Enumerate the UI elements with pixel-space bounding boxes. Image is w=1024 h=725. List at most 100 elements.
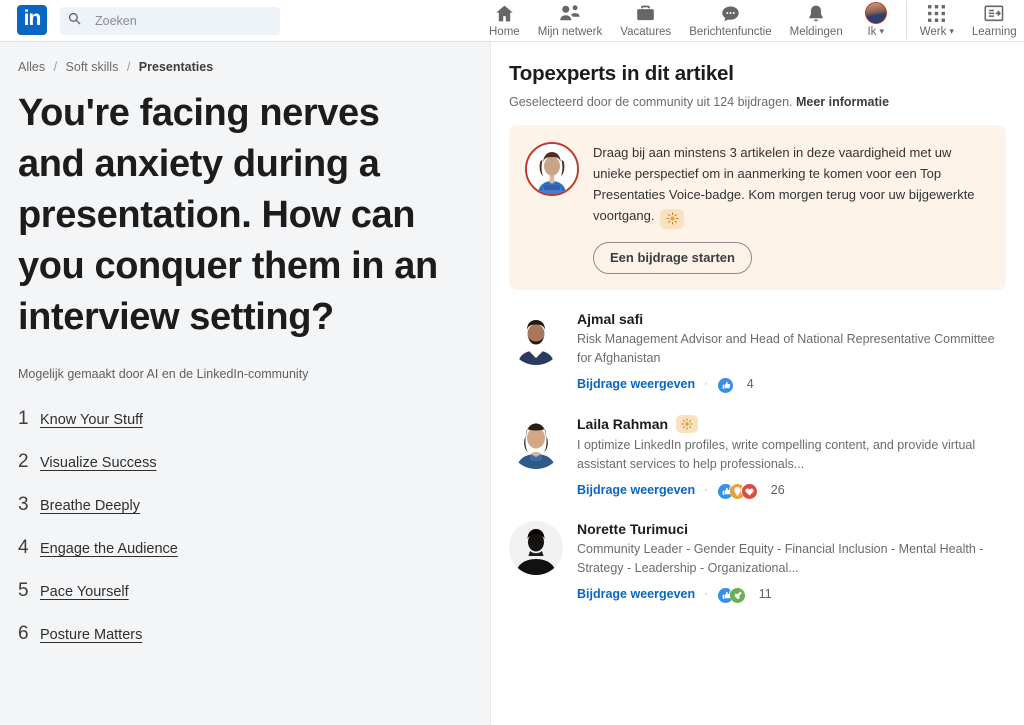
list-item[interactable]: Norette Turimuci Community Leader - Gend…: [509, 508, 1006, 612]
briefcase-icon: [635, 2, 656, 24]
reaction-count: 26: [770, 483, 785, 497]
list-item[interactable]: 4 Engage the Audience: [18, 537, 472, 580]
expert-footer: Bijdrage weergeven · 26: [577, 482, 1006, 499]
reaction-icons[interactable]: [716, 586, 745, 603]
love-reaction-icon: [740, 482, 757, 499]
toc-link-breathe-deeply[interactable]: Breathe Deeply: [40, 498, 140, 514]
nav-label-ik-text: Ik: [867, 26, 877, 38]
chevron-down-icon: ▾: [879, 26, 884, 36]
avatar: [864, 2, 887, 24]
reaction-icons[interactable]: [716, 482, 757, 499]
toc-number: 5: [18, 580, 29, 601]
view-contribution-link[interactable]: Bijdrage weergeven: [577, 483, 695, 497]
nav-item-ik[interactable]: Ik ▾: [852, 0, 900, 42]
meer-informatie-link[interactable]: Meer informatie: [796, 95, 889, 109]
avatar[interactable]: [509, 310, 563, 365]
article-column: Alles / Soft skills / Presentaties You'r…: [0, 42, 490, 725]
avatar[interactable]: [509, 414, 563, 469]
toc-link-know-your-stuff[interactable]: Know Your Stuff: [40, 412, 143, 428]
contribution-promo-card: Draag bij aan minstens 3 artikelen in de…: [509, 125, 1006, 290]
nav-right-group: Home Mijn netwerk Vacatures Berichtenfun…: [480, 0, 1024, 42]
chevron-down-icon: ▾: [949, 26, 954, 36]
expert-body: Norette Turimuci Community Leader - Gend…: [577, 521, 1006, 603]
home-icon: [494, 2, 515, 24]
list-item[interactable]: 3 Breathe Deeply: [18, 494, 472, 537]
reaction-icons[interactable]: [716, 376, 733, 393]
list-item[interactable]: 2 Visualize Success: [18, 451, 472, 494]
list-item[interactable]: 5 Pace Yourself: [18, 580, 472, 623]
toc-link-engage-the-audience[interactable]: Engage the Audience: [40, 541, 178, 557]
expert-name-text: Norette Turimuci: [577, 520, 688, 537]
toc-number: 3: [18, 494, 29, 515]
nav-item-home[interactable]: Home: [480, 0, 529, 42]
breadcrumb-item-alles[interactable]: Alles: [18, 60, 45, 74]
nav-label-mijn-netwerk: Mijn netwerk: [537, 26, 603, 38]
list-item[interactable]: Ajmal safi Risk Management Advisor and H…: [509, 298, 1006, 402]
search-box[interactable]: [60, 6, 280, 35]
breadcrumb-separator: /: [126, 60, 131, 74]
toc-number: 2: [18, 451, 29, 472]
learning-icon: [984, 2, 1004, 24]
nav-label-vacatures: Vacatures: [620, 26, 672, 38]
experts-panel-title: Topexperts in dit artikel: [509, 62, 734, 85]
separator-dot: ·: [704, 484, 708, 496]
expert-footer: Bijdrage weergeven · 11: [577, 586, 1006, 603]
promo-text: Draag bij aan minstens 3 artikelen in de…: [593, 145, 975, 223]
expert-name-text: Laila Rahman: [577, 415, 669, 432]
expert-name: Ajmal safi: [577, 311, 1006, 327]
support-reaction-icon: [728, 586, 745, 603]
sun-badge-icon: [676, 414, 699, 433]
nav-item-mijn-netwerk[interactable]: Mijn netwerk: [529, 0, 612, 42]
nav-item-vacatures[interactable]: Vacatures: [611, 0, 680, 42]
separator-dot: ·: [704, 378, 708, 390]
bell-icon: [806, 2, 826, 24]
message-icon: [720, 2, 741, 24]
search-input[interactable]: [93, 12, 272, 29]
expert-name: Norette Turimuci: [577, 521, 1006, 537]
view-contribution-link[interactable]: Bijdrage weergeven: [577, 377, 695, 391]
toc-link-pace-yourself[interactable]: Pace Yourself: [40, 584, 129, 600]
network-icon: [559, 2, 581, 24]
expert-body: Laila Rahman I optimize LinkedIn profile…: [577, 414, 1006, 499]
toc-link-posture-matters[interactable]: Posture Matters: [40, 627, 142, 643]
breadcrumb-item-presentaties[interactable]: Presentaties: [139, 60, 213, 74]
expert-body: Ajmal safi Risk Management Advisor and H…: [577, 311, 1006, 393]
expert-headline: I optimize LinkedIn profiles, write comp…: [577, 437, 976, 471]
nav-label-werk: Werk ▾: [920, 25, 954, 39]
reaction-count: 11: [758, 587, 772, 601]
experts-panel-subtitle: Geselecteerd door de community uit 124 b…: [509, 95, 1006, 109]
toc-number: 1: [18, 408, 29, 429]
nav-item-learning[interactable]: Learning: [963, 0, 1024, 42]
linkedin-logo[interactable]: in: [17, 4, 47, 35]
experts-subtitle-text: Geselecteerd door de community uit 124 b…: [509, 95, 793, 109]
avatar[interactable]: [509, 520, 563, 575]
promo-body: Draag bij aan minstens 3 artikelen in de…: [593, 142, 990, 274]
top-experts-column: Topexperts in dit artikel Geselecteerd d…: [490, 42, 1024, 725]
nav-item-werk[interactable]: Werk ▾: [911, 0, 963, 42]
breadcrumb-item-soft-skills[interactable]: Soft skills: [66, 60, 119, 74]
view-contribution-link[interactable]: Bijdrage weergeven: [577, 587, 695, 601]
list-item[interactable]: 1 Know Your Stuff: [18, 408, 472, 451]
toc-link-visualize-success[interactable]: Visualize Success: [40, 455, 157, 471]
nav-divider: [905, 1, 907, 39]
nav-label-werk-text: Werk: [919, 26, 947, 38]
expert-footer: Bijdrage weergeven · 4: [577, 376, 1006, 393]
list-item[interactable]: Laila Rahman I optimize LinkedIn profile…: [509, 402, 1006, 508]
nav-label-ik: Ik ▾: [867, 25, 883, 39]
list-item[interactable]: 6 Posture Matters: [18, 623, 472, 666]
grid-icon: [927, 2, 946, 24]
promo-text-wrap: Draag bij aan minstens 3 artikelen in de…: [593, 142, 990, 229]
expert-headline: Risk Management Advisor and Head of Nati…: [577, 331, 995, 365]
avatar-icon: [864, 2, 887, 24]
reaction-count: 4: [746, 377, 754, 391]
top-navigation-bar: in Home Mijn netwerk: [0, 0, 1024, 42]
article-byline: Mogelijk gemaakt door AI en de LinkedIn-…: [18, 367, 309, 381]
expert-name: Laila Rahman: [577, 414, 1006, 433]
table-of-contents: 1 Know Your Stuff 2 Visualize Success 3 …: [18, 408, 472, 666]
nav-item-meldingen[interactable]: Meldingen: [781, 0, 852, 42]
start-contribution-button[interactable]: Een bijdrage starten: [593, 241, 752, 274]
separator-dot: ·: [704, 588, 708, 600]
breadcrumb: Alles / Soft skills / Presentaties: [18, 42, 472, 74]
nav-item-berichtenfunctie[interactable]: Berichtenfunctie: [680, 0, 780, 42]
promo-avatar: [525, 142, 579, 196]
